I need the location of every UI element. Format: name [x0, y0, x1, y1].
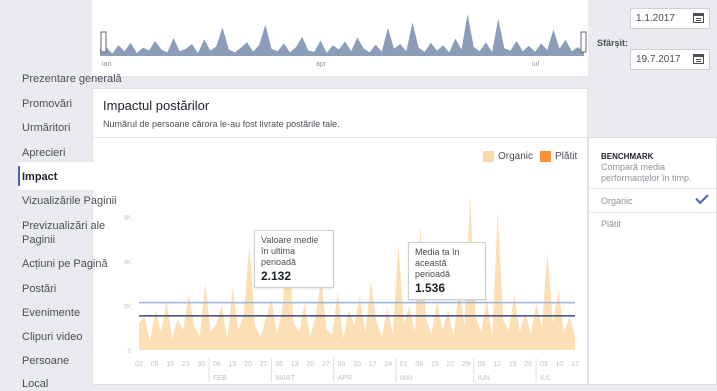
sidebar-item-page-previews[interactable]: Previzualizări ale Paginii	[22, 219, 122, 247]
x-tick-label: 24	[384, 361, 392, 368]
x-tick-label: 08	[415, 361, 423, 368]
x-tick-label: 13	[291, 361, 299, 368]
x-month-label: MAI	[400, 375, 413, 382]
x-tick-label: 03	[540, 361, 548, 368]
x-month-label: MART	[275, 375, 295, 382]
tooltip-label: Media ta în această perioadă	[415, 247, 460, 279]
x-tick-label: 17	[571, 361, 579, 368]
x-tick-label: 05	[478, 361, 486, 368]
x-tick-label: 17	[369, 361, 377, 368]
x-tick-label: 20	[244, 361, 252, 368]
organic-area	[139, 194, 575, 350]
tooltip-previous-average: Valoare medie în ultima perioadă 2.132	[254, 230, 334, 288]
sidebar-item-page-actions[interactable]: Acțiuni pe Pagină	[22, 257, 108, 271]
x-month-label: IUL	[540, 375, 551, 382]
x-tick-label: 10	[353, 361, 361, 368]
x-tick-label: 27	[322, 361, 330, 368]
x-tick-label: 13	[229, 361, 237, 368]
x-tick-label: 03	[338, 361, 346, 368]
x-month-label: APR	[338, 375, 352, 382]
sidebar-item-page-views[interactable]: Vizualizările Paginii	[22, 194, 117, 208]
x-month-label: FEB	[213, 375, 227, 382]
sidebar-item-followers[interactable]: Urmăritori	[22, 121, 70, 135]
x-tick-label: 09	[151, 361, 159, 368]
x-tick-label: 20	[306, 361, 314, 368]
x-tick-label: 30	[197, 361, 205, 368]
tooltip-current-average: Media ta în această perioadă 1.536	[408, 242, 486, 300]
sidebar-item-promotions[interactable]: Promovări	[22, 97, 72, 111]
x-tick-label: 29	[462, 361, 470, 368]
sidebar-item-impact[interactable]: Impact	[22, 170, 57, 184]
sidebar-active-indicator	[18, 166, 20, 186]
sidebar: Prezentare generală Promovări Urmăritori…	[0, 70, 140, 391]
x-tick-label: 22	[447, 361, 455, 368]
x-tick-label: 26	[524, 361, 532, 368]
x-tick-label: 12	[493, 361, 501, 368]
tooltip-value: 1.536	[415, 281, 446, 295]
tooltip-label: Valoare medie în ultima perioadă	[261, 235, 319, 267]
sidebar-item-posts[interactable]: Postări	[22, 282, 56, 296]
x-tick-label: 23	[182, 361, 190, 368]
x-tick-label: 06	[275, 361, 283, 368]
x-tick-label: 15	[431, 361, 439, 368]
x-tick-label: 06	[213, 361, 221, 368]
sidebar-item-overview[interactable]: Prezentare generală	[22, 72, 122, 86]
sidebar-item-people[interactable]: Persoane	[22, 354, 69, 368]
x-tick-label: 19	[509, 361, 517, 368]
sidebar-item-local[interactable]: Local	[22, 377, 48, 391]
tooltip-value: 2.132	[261, 269, 292, 283]
sidebar-item-events[interactable]: Evenimente	[22, 306, 80, 320]
x-tick-label: 01	[400, 361, 408, 368]
x-month-label: IUN	[478, 375, 490, 382]
sidebar-item-likes[interactable]: Aprecieri	[22, 146, 65, 160]
x-tick-label: 10	[556, 361, 564, 368]
sidebar-item-videos[interactable]: Clipuri video	[22, 330, 83, 344]
x-tick-label: 27	[260, 361, 268, 368]
x-tick-label: 16	[166, 361, 174, 368]
